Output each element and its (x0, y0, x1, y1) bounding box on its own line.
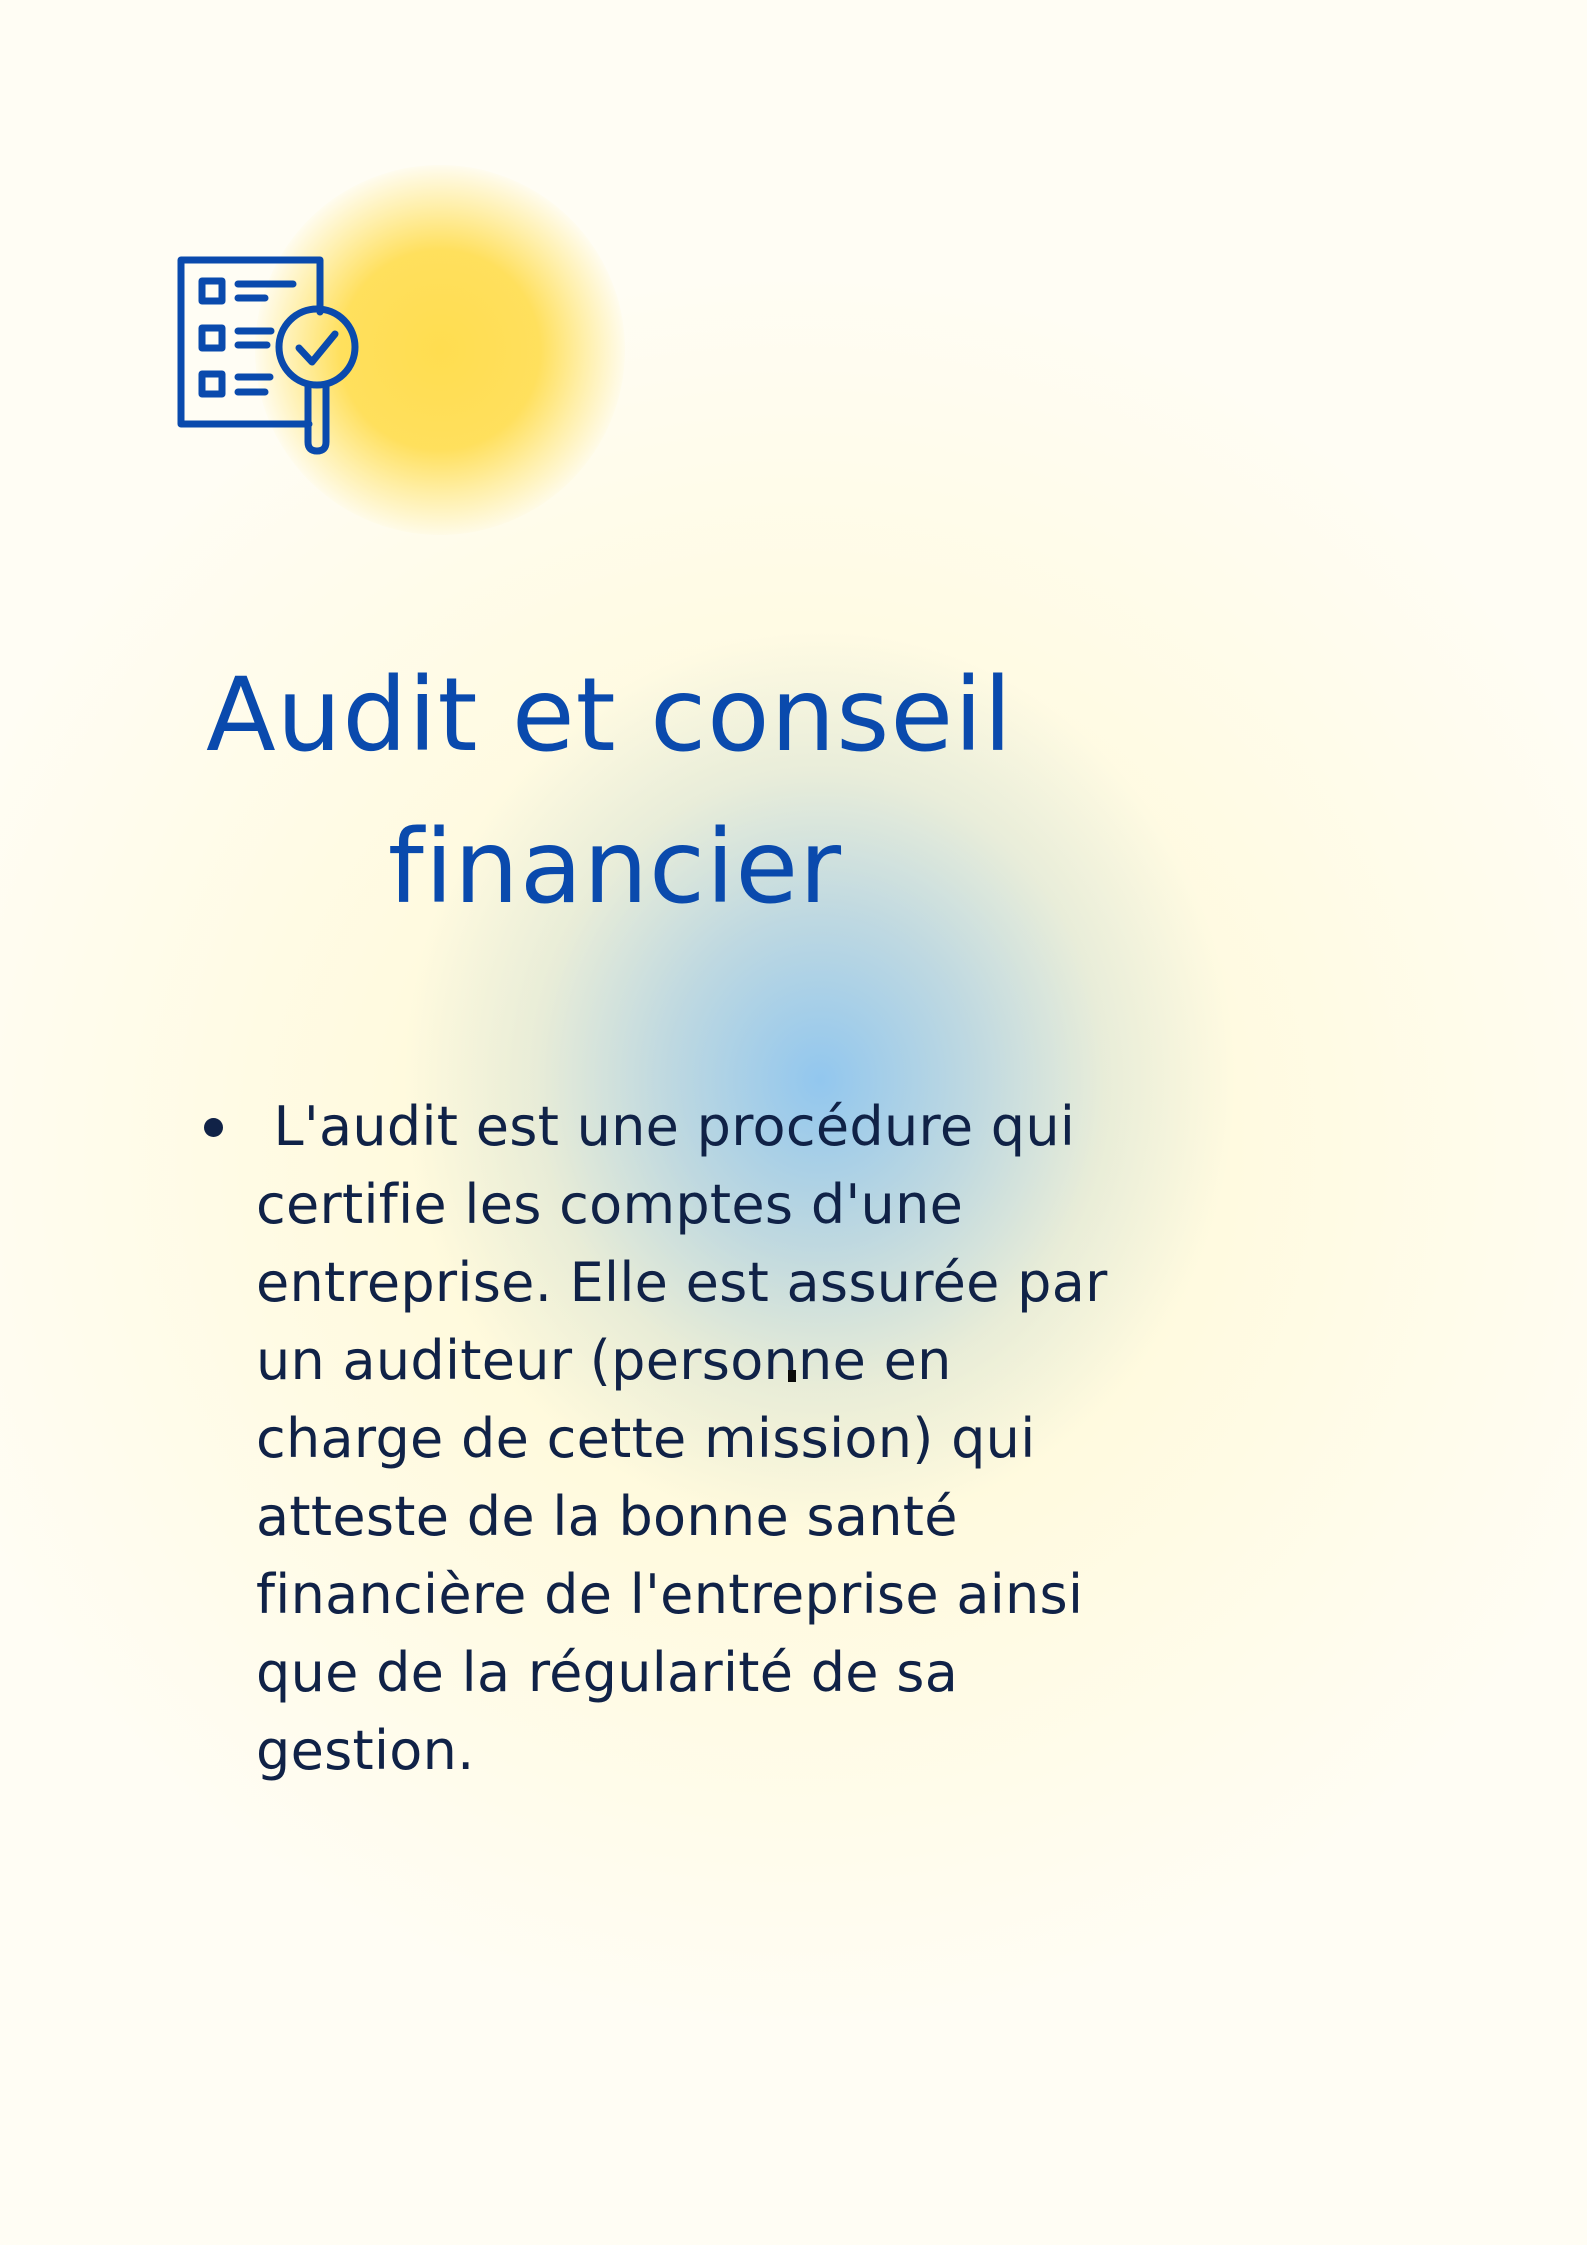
text-cursor-icon (788, 1370, 796, 1382)
bullet-dot-icon (204, 1118, 223, 1137)
page-title: Audit et conseil financier (150, 640, 1080, 944)
page: Audit et conseil financier L'audit est u… (0, 0, 1587, 2245)
bullet-text: L'audit est une procédure qui certifie l… (256, 1095, 1126, 1782)
bullet-item: L'audit est une procédure qui certifie l… (200, 1088, 1130, 1790)
audit-checklist-magnifier-icon (177, 256, 359, 455)
page-title-line-2: financier (387, 808, 843, 927)
page-title-line-1: Audit et conseil (206, 656, 1013, 775)
bullet-list: L'audit est une procédure qui certifie l… (200, 1088, 1130, 1790)
